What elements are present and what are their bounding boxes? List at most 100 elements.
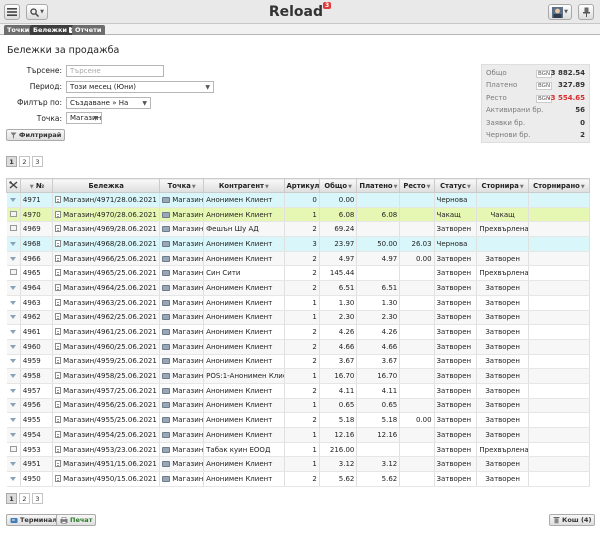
- table-row[interactable]: 4970 Магазин/4970/28.06.2021 Магазин Аноним…: [6, 207, 591, 223]
- filter-button[interactable]: Филтрирай: [6, 129, 66, 141]
- point-link-text[interactable]: Магазин: [172, 313, 202, 321]
- expand-arrow-icon[interactable]: [10, 403, 17, 408]
- column-header-note[interactable]: Бележка: [52, 178, 161, 193]
- note-link-text[interactable]: Магазин/4950/15.06.2021: [63, 475, 157, 483]
- row-point-link[interactable]: Магазин: [159, 398, 205, 414]
- column-header-total[interactable]: Общо▼: [318, 178, 358, 193]
- row-point-link[interactable]: Магазин: [159, 236, 205, 252]
- note-link-text[interactable]: Магазин/4970/28.06.2021: [63, 211, 157, 219]
- filter-by-select[interactable]: Създаване » На ▼: [66, 97, 151, 109]
- table-row[interactable]: 4968 Магазин/4968/28.06.2021 Магазин Аноним…: [6, 236, 591, 252]
- table-row[interactable]: 4964 Магазин/4964/25.06.2021 Магазин Аноним…: [6, 280, 591, 296]
- row-toggle[interactable]: [6, 251, 21, 267]
- expand-arrow-icon[interactable]: [10, 241, 17, 246]
- tab-receipts[interactable]: Бележки?: [30, 25, 78, 35]
- note-link-text[interactable]: Магазин/4956/25.06.2021: [63, 401, 157, 409]
- expand-arrow-icon[interactable]: [10, 388, 17, 393]
- page-button[interactable]: 2: [19, 493, 30, 504]
- point-link-text[interactable]: Магазин: [172, 328, 202, 336]
- row-toggle[interactable]: [6, 471, 21, 487]
- row-note-link[interactable]: Магазин/4970/28.06.2021: [52, 207, 161, 223]
- note-link-text[interactable]: Магазин/4951/15.06.2021: [63, 460, 157, 468]
- row-note-link[interactable]: Магазин/4959/25.06.2021: [52, 354, 161, 370]
- expand-arrow-icon[interactable]: [10, 418, 17, 423]
- row-note-link[interactable]: Магазин/4954/25.06.2021: [52, 427, 161, 443]
- column-header-status[interactable]: Статус▼: [433, 178, 478, 193]
- row-note-link[interactable]: Магазин/4955/25.06.2021: [52, 412, 161, 428]
- row-toggle[interactable]: [6, 354, 21, 370]
- row-toggle[interactable]: [6, 221, 21, 238]
- expand-arrow-icon[interactable]: [10, 374, 17, 379]
- row-point-link[interactable]: Магазин: [159, 221, 205, 238]
- expand-arrow-icon[interactable]: [10, 462, 17, 467]
- point-link-text[interactable]: Магазин: [172, 387, 202, 395]
- note-link-text[interactable]: Магазин/4954/25.06.2021: [63, 431, 157, 439]
- notification-badge[interactable]: 3: [322, 2, 332, 9]
- row-toggle[interactable]: [6, 280, 21, 296]
- table-row[interactable]: 4958 Магазин/4958/25.06.2021 Магазин POS:1-…: [6, 368, 591, 384]
- table-row[interactable]: 4963 Магазин/4963/25.06.2021 Магазин Аноним…: [6, 295, 591, 311]
- table-row[interactable]: 4961 Магазин/4961/25.06.2021 Магазин Аноним…: [6, 324, 591, 340]
- row-point-link[interactable]: Магазин: [159, 324, 205, 340]
- row-note-link[interactable]: Магазин/4960/25.06.2021: [52, 339, 161, 355]
- expand-arrow-icon[interactable]: [10, 344, 17, 349]
- point-link-text[interactable]: Магазин: [172, 343, 202, 351]
- table-row[interactable]: 4953 Магазин/4953/23.06.2021 Магазин Табак …: [6, 442, 591, 458]
- row-toggle[interactable]: [6, 236, 21, 252]
- table-row[interactable]: 4955 Магазин/4955/25.06.2021 Магазин Аноним…: [6, 412, 591, 428]
- point-link-text[interactable]: Магазин: [172, 211, 202, 219]
- row-select-icon[interactable]: [9, 269, 17, 276]
- page-button[interactable]: 2: [19, 156, 30, 167]
- note-link-text[interactable]: Магазин/4964/25.06.2021: [63, 284, 157, 292]
- period-select[interactable]: Този месец (Юни) ▼: [66, 81, 214, 93]
- point-link-text[interactable]: Магазин: [172, 460, 202, 468]
- table-row[interactable]: 4954 Магазин/4954/25.06.2021 Магазин Аноним…: [6, 427, 591, 443]
- column-header-client[interactable]: Контрагент▼: [203, 178, 285, 193]
- point-link-text[interactable]: Магазин: [172, 475, 202, 483]
- page-button[interactable]: 1: [6, 156, 17, 167]
- expand-arrow-icon[interactable]: [10, 476, 17, 481]
- terminal-button[interactable]: Терминал: [6, 514, 62, 526]
- note-link-text[interactable]: Магазин/4958/25.06.2021: [63, 372, 157, 380]
- row-note-link[interactable]: Магазин/4956/25.06.2021: [52, 398, 161, 414]
- note-link-text[interactable]: Магазин/4959/25.06.2021: [63, 357, 157, 365]
- row-point-link[interactable]: Магазин: [159, 442, 205, 458]
- row-point-link[interactable]: Магазин: [159, 354, 205, 370]
- column-header-number[interactable]: ▼ №: [19, 178, 54, 193]
- row-toggle[interactable]: [6, 324, 21, 340]
- search-input[interactable]: Търсене: [66, 65, 164, 77]
- table-row[interactable]: 4966 Магазин/4966/25.06.2021 Магазин Аноним…: [6, 251, 591, 267]
- point-link-text[interactable]: Магазин: [172, 255, 202, 263]
- row-note-link[interactable]: Магазин/4962/25.06.2021: [52, 310, 161, 326]
- row-toggle[interactable]: [6, 339, 21, 355]
- point-link-text[interactable]: Магазин: [172, 372, 202, 380]
- column-header-stornoed[interactable]: Сторнирано▼: [527, 178, 591, 193]
- point-link-text[interactable]: Магазин: [172, 357, 202, 365]
- column-header-paid[interactable]: Платено▼: [356, 178, 401, 193]
- row-note-link[interactable]: Магазин/4950/15.06.2021: [52, 471, 161, 487]
- note-link-text[interactable]: Магазин/4962/25.06.2021: [63, 313, 157, 321]
- row-select-icon[interactable]: [9, 445, 17, 452]
- table-row[interactable]: 4950 Магазин/4950/15.06.2021 Магазин Аноним…: [6, 471, 591, 487]
- column-header-items[interactable]: Артикули: [283, 178, 320, 193]
- table-row[interactable]: 4965 Магазин/4965/25.06.2021 Магазин Син Си…: [6, 265, 591, 282]
- row-note-link[interactable]: Магазин/4961/25.06.2021: [52, 324, 161, 340]
- note-link-text[interactable]: Магазин/4963/25.06.2021: [63, 299, 157, 307]
- row-point-link[interactable]: Магазин: [159, 427, 205, 443]
- note-link-text[interactable]: Магазин/4971/28.06.2021: [63, 196, 157, 204]
- note-link-text[interactable]: Магазин/4968/28.06.2021: [63, 240, 157, 248]
- tab-reports[interactable]: Отчети: [72, 25, 105, 35]
- column-header-tools[interactable]: [6, 178, 21, 193]
- table-row[interactable]: 4960 Магазин/4960/25.06.2021 Магазин Аноним…: [6, 339, 591, 355]
- expand-arrow-icon[interactable]: [10, 197, 17, 202]
- note-link-text[interactable]: Магазин/4966/25.06.2021: [63, 255, 157, 263]
- point-link-text[interactable]: Магазин: [172, 269, 202, 277]
- row-point-link[interactable]: Магазин: [159, 192, 205, 208]
- note-link-text[interactable]: Магазин/4953/23.06.2021: [63, 446, 157, 454]
- row-note-link[interactable]: Магазин/4971/28.06.2021: [52, 192, 161, 208]
- note-link-text[interactable]: Магазин/4957/25.06.2021: [63, 387, 157, 395]
- table-row[interactable]: 4959 Магазин/4959/25.06.2021 Магазин Аноним…: [6, 354, 591, 370]
- point-link-text[interactable]: Магазин: [172, 240, 202, 248]
- row-note-link[interactable]: Магазин/4957/25.06.2021: [52, 383, 161, 399]
- row-toggle[interactable]: [6, 368, 21, 384]
